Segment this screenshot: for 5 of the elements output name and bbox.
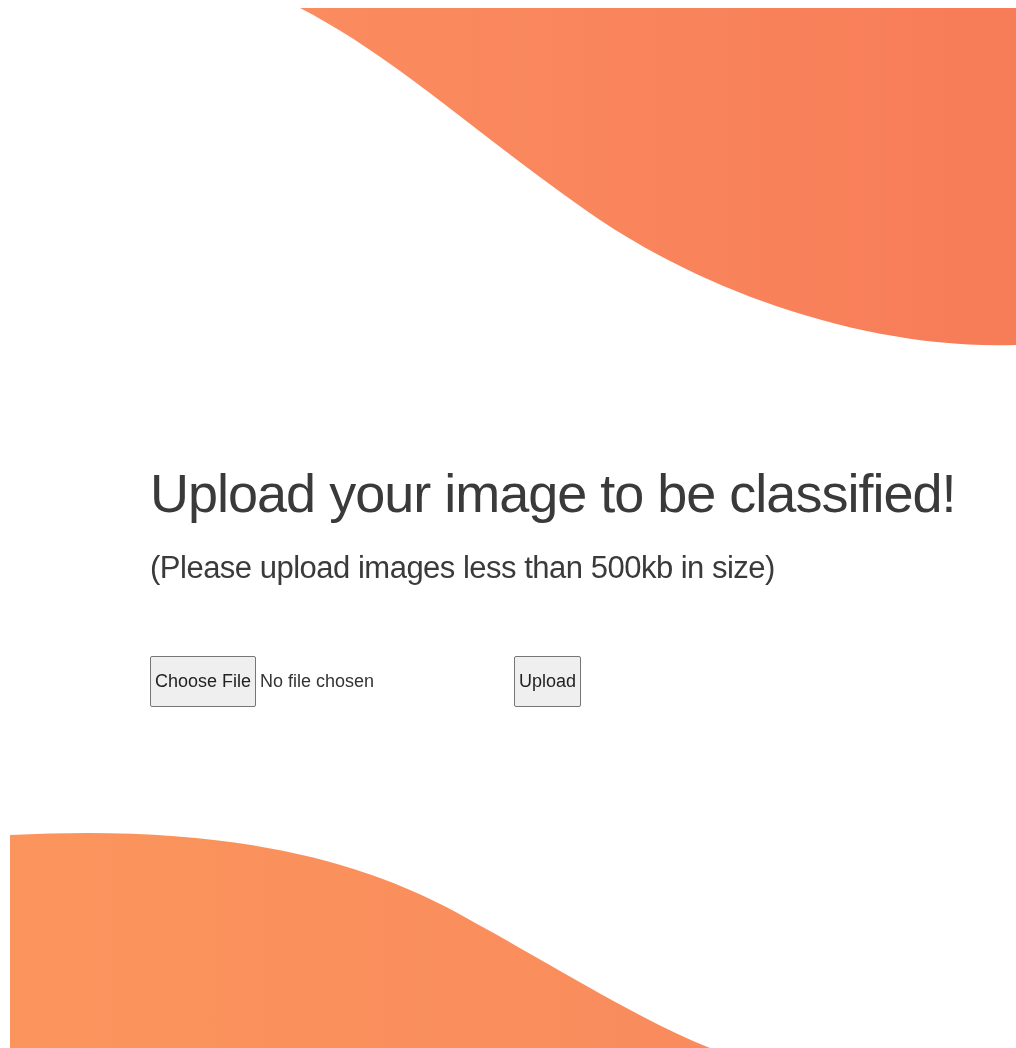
file-status: No file chosen	[260, 671, 375, 692]
upload-button[interactable]: Upload	[514, 656, 582, 707]
choose-file-button[interactable]: Choose File	[150, 656, 257, 707]
size-hint: (Please upload images less than 500kb in size)	[150, 550, 776, 586]
page-heading: Upload your image to be classified!	[150, 462, 957, 524]
